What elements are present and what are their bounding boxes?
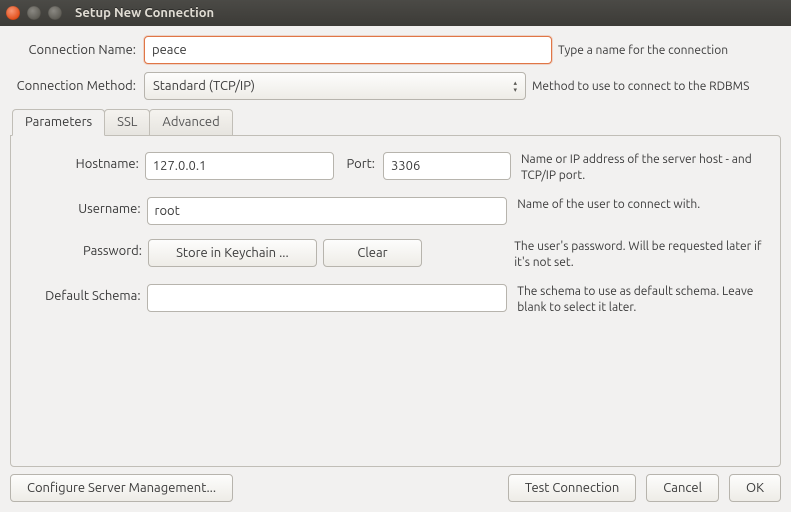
default-schema-hint: The schema to use as default schema. Lea…: [517, 284, 768, 315]
hostname-label: Hostname:: [23, 152, 139, 171]
tab-panel-parameters: Hostname: Port: Name or IP address of th…: [10, 135, 781, 467]
password-hint: The user's password. Will be requested l…: [514, 239, 768, 270]
store-keychain-button[interactable]: Store in Keychain ...: [148, 239, 317, 267]
connection-method-value: Standard (TCP/IP): [153, 79, 255, 93]
hostname-input[interactable]: [145, 152, 335, 180]
default-schema-input[interactable]: [147, 284, 508, 312]
username-label: Username:: [23, 197, 141, 216]
cancel-button[interactable]: Cancel: [646, 474, 719, 502]
hostname-hint: Name or IP address of the server host - …: [521, 152, 768, 183]
spinner-icon: ▴▾: [513, 80, 517, 93]
password-label: Password:: [23, 239, 142, 258]
connection-method-hint: Method to use to connect to the RDBMS: [532, 79, 781, 94]
minimize-icon[interactable]: [27, 6, 41, 20]
window-title: Setup New Connection: [75, 6, 214, 20]
connection-name-input[interactable]: [144, 36, 552, 64]
port-input[interactable]: [383, 152, 511, 180]
dialog-body: Connection Name: Type a name for the con…: [0, 26, 791, 467]
tab-ssl[interactable]: SSL: [104, 109, 150, 136]
username-input[interactable]: [147, 197, 508, 225]
port-label: Port:: [340, 152, 376, 171]
titlebar: Setup New Connection: [0, 0, 791, 26]
connection-name-hint: Type a name for the connection: [558, 43, 781, 58]
configure-server-button[interactable]: Configure Server Management...: [10, 474, 233, 502]
maximize-icon[interactable]: [48, 6, 62, 20]
test-connection-button[interactable]: Test Connection: [508, 474, 636, 502]
connection-method-select[interactable]: Standard (TCP/IP) ▴▾: [144, 72, 526, 100]
tab-parameters[interactable]: Parameters: [12, 109, 105, 136]
tab-strip: Parameters SSL Advanced: [10, 108, 781, 135]
ok-button[interactable]: OK: [729, 474, 781, 502]
footer: Configure Server Management... Test Conn…: [10, 474, 781, 502]
close-icon[interactable]: [6, 6, 20, 20]
default-schema-label: Default Schema:: [23, 284, 141, 303]
tab-advanced[interactable]: Advanced: [149, 109, 232, 136]
connection-name-label: Connection Name:: [10, 43, 138, 57]
clear-password-button[interactable]: Clear: [323, 239, 422, 267]
username-hint: Name of the user to connect with.: [517, 197, 768, 213]
connection-method-label: Connection Method:: [10, 79, 138, 93]
